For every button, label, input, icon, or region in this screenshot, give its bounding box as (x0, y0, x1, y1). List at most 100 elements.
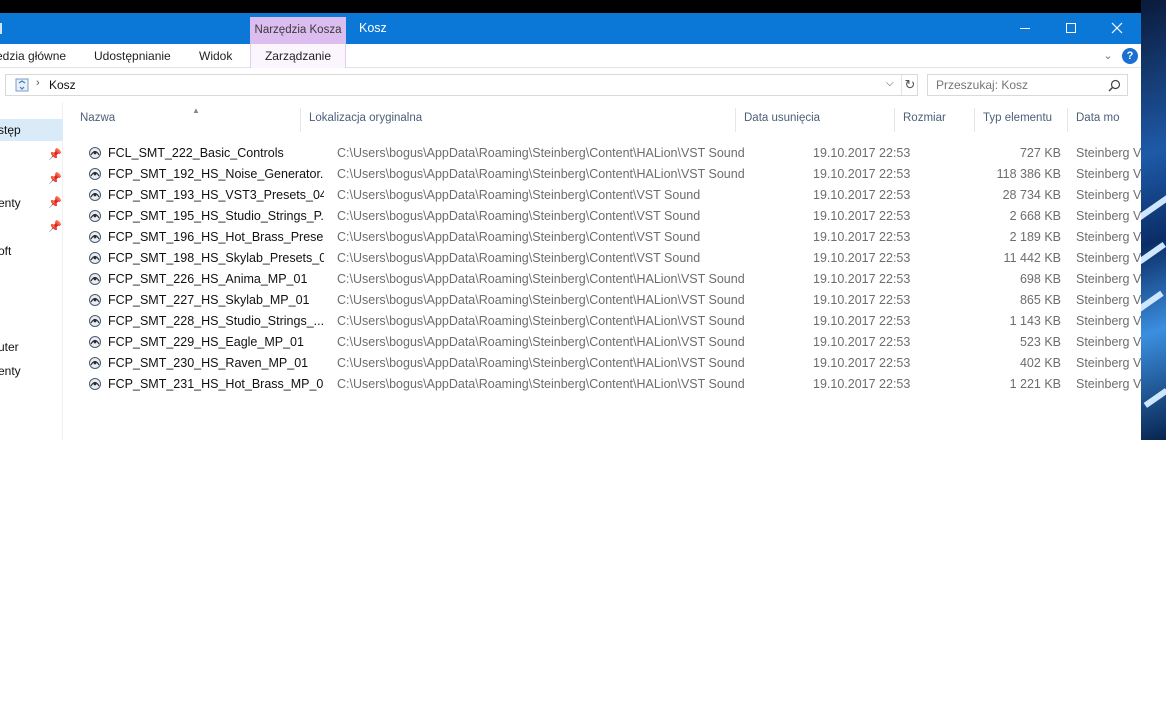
original-location: C:\Users\bogus\AppData\Roaming\Steinberg… (337, 188, 701, 202)
table-row[interactable]: FCP_SMT_229_HS_Eagle_MP_01 C:\Users\bogus… (64, 332, 1141, 353)
quick-access-toolbar-edge (0, 23, 2, 34)
explorer-window: Narzędzia Kosza Kosz edzia główne Udostę… (0, 13, 1141, 440)
file-size: 2 668 KB (1009, 209, 1061, 223)
tab-home[interactable]: edzia główne (0, 44, 66, 68)
address-dropdown-icon[interactable]: ⌵ (886, 78, 894, 89)
desktop-wallpaper-edge (1132, 0, 1166, 440)
original-location: C:\Users\bogus\AppData\Roaming\Steinberg… (337, 146, 745, 160)
item-type: Steinberg V (1076, 209, 1141, 223)
original-location: C:\Users\bogus\AppData\Roaming\Steinberg… (337, 272, 745, 286)
address-row: › Kosz ⌵ ↻ (0, 68, 1141, 102)
nav-item-documents-2[interactable]: enty (0, 360, 63, 382)
date-deleted: 19.10.2017 22:53 (813, 377, 911, 391)
pin-icon: 📌 (48, 149, 62, 161)
tab-view[interactable]: Widok (199, 44, 232, 68)
column-header-date-modified[interactable]: Data mo (1068, 108, 1141, 132)
table-row[interactable]: FCP_SMT_192_HS_Noise_Generator... C:\User… (64, 164, 1141, 185)
table-row[interactable]: FCP_SMT_226_HS_Anima_MP_01 C:\Users\bogus… (64, 269, 1141, 290)
file-name: FCP_SMT_226_HS_Anima_MP_01 (108, 272, 308, 286)
column-header-size[interactable]: Rozmiar (895, 108, 975, 132)
nav-item-computer[interactable]: uter (0, 336, 63, 358)
tab-manage[interactable]: Zarządzanie (250, 44, 346, 68)
date-deleted: 19.10.2017 22:53 (813, 188, 911, 202)
original-location: C:\Users\bogus\AppData\Roaming\Steinberg… (337, 314, 745, 328)
item-type: Steinberg V (1076, 146, 1141, 160)
table-row[interactable]: FCP_SMT_230_HS_Raven_MP_01 C:\Users\bogus… (64, 353, 1141, 374)
file-name: FCP_SMT_228_HS_Studio_Strings_... (108, 314, 324, 328)
table-row[interactable]: FCP_SMT_195_HS_Studio_Strings_P... C:\Use… (64, 206, 1141, 227)
column-header-label: Data usunięcia (744, 112, 821, 124)
table-row[interactable]: FCP_SMT_231_HS_Hot_Brass_MP_01 C:\Users\b… (64, 374, 1141, 395)
address-bar[interactable]: › Kosz ⌵ ↻ (5, 74, 918, 96)
nav-item-quick-access[interactable]: stęp (0, 119, 63, 141)
file-name: FCP_SMT_195_HS_Studio_Strings_P... (108, 209, 324, 223)
date-deleted: 19.10.2017 22:53 (813, 314, 911, 328)
tab-share[interactable]: Udostępnianie (94, 44, 171, 68)
file-name: FCP_SMT_192_HS_Noise_Generator... (108, 167, 324, 181)
date-deleted: 19.10.2017 22:53 (813, 167, 911, 181)
item-type: Steinberg V (1076, 167, 1141, 181)
table-row[interactable]: FCP_SMT_227_HS_Skylab_MP_01 C:\Users\bogu… (64, 290, 1141, 311)
table-row[interactable]: FCP_SMT_196_HS_Hot_Brass_Prese... C:\User… (64, 227, 1141, 248)
original-location: C:\Users\bogus\AppData\Roaming\Steinberg… (337, 356, 745, 370)
item-type: Steinberg V (1076, 272, 1141, 286)
column-header-label: Nazwa (80, 112, 116, 124)
table-row[interactable]: FCP_SMT_193_HS_VST3_Presets_04 C:\Users\b… (64, 185, 1141, 206)
column-header-date-deleted[interactable]: Data usunięcia (736, 108, 895, 132)
original-location: C:\Users\bogus\AppData\Roaming\Steinberg… (337, 377, 745, 391)
breadcrumb[interactable]: Kosz (49, 78, 76, 92)
file-size: 28 734 KB (1002, 188, 1061, 202)
pin-icon: 📌 (48, 197, 62, 209)
nav-item[interactable]: 📌 (0, 168, 63, 190)
maximize-button[interactable] (1048, 13, 1094, 44)
pin-icon: 📌 (48, 173, 62, 185)
file-name: FCP_SMT_229_HS_Eagle_MP_01 (108, 335, 304, 349)
date-deleted: 19.10.2017 22:53 (813, 146, 911, 160)
ribbon-tabs: edzia główne Udostępnianie Widok Zarządz… (0, 44, 1141, 68)
column-header-type[interactable]: Typ elementu (975, 108, 1068, 132)
chevron-down-icon[interactable]: ⌄ (1100, 44, 1116, 68)
maximize-icon (1066, 23, 1076, 33)
vst-sound-file-icon (89, 336, 101, 348)
file-size: 1 221 KB (1009, 377, 1061, 391)
search-icon[interactable] (1108, 79, 1121, 92)
nav-item[interactable]: 📌 (0, 144, 63, 166)
column-header-location[interactable]: Lokalizacja oryginalna (301, 108, 736, 132)
original-location: C:\Users\bogus\AppData\Roaming\Steinberg… (337, 293, 745, 307)
minimize-button[interactable] (1002, 13, 1048, 44)
refresh-icon[interactable]: ↻ (901, 75, 918, 95)
file-list: Nazwa ▲ Lokalizacja oryginalna Data usun… (64, 102, 1141, 440)
date-deleted: 19.10.2017 22:53 (813, 356, 911, 370)
nav-item-microsoft[interactable]: oft (0, 240, 63, 262)
date-deleted: 19.10.2017 22:53 (813, 293, 911, 307)
help-icon[interactable]: ? (1122, 48, 1138, 64)
item-type: Steinberg V (1076, 335, 1141, 349)
file-name: FCL_SMT_222_Basic_Controls (108, 146, 284, 160)
context-tab-recycle-bin-tools[interactable]: Narzędzia Kosza (250, 17, 346, 44)
vst-sound-file-icon (89, 231, 101, 243)
nav-item[interactable]: 📌 (0, 216, 63, 238)
search-box[interactable] (927, 74, 1128, 96)
breadcrumb-separator-icon[interactable]: › (36, 77, 40, 89)
item-type: Steinberg V (1076, 314, 1141, 328)
table-row[interactable]: FCL_SMT_222_Basic_Controls C:\Users\bogus… (64, 143, 1141, 164)
close-button[interactable] (1094, 13, 1140, 44)
nav-item-documents[interactable]: enty 📌 (0, 192, 63, 214)
date-deleted: 19.10.2017 22:53 (813, 335, 911, 349)
date-deleted: 19.10.2017 22:53 (813, 230, 911, 244)
table-row[interactable]: FCP_SMT_198_HS_Skylab_Presets_01 C:\Users… (64, 248, 1141, 269)
nav-item-label: uter (0, 340, 19, 354)
column-header-name[interactable]: Nazwa ▲ (72, 108, 301, 132)
file-name: FCP_SMT_227_HS_Skylab_MP_01 (108, 293, 310, 307)
sort-ascending-icon: ▲ (192, 108, 200, 115)
vst-sound-file-icon (89, 210, 101, 222)
table-row[interactable]: FCP_SMT_228_HS_Studio_Strings_... C:\User… (64, 311, 1141, 332)
vst-sound-file-icon (89, 147, 101, 159)
title-bar[interactable]: Narzędzia Kosza Kosz (0, 13, 1141, 44)
original-location: C:\Users\bogus\AppData\Roaming\Steinberg… (337, 251, 701, 265)
item-type: Steinberg V (1076, 377, 1141, 391)
nav-item-label: enty (0, 196, 21, 210)
file-size: 865 KB (1019, 293, 1061, 307)
vst-sound-file-icon (89, 252, 101, 264)
search-input[interactable] (936, 78, 1106, 92)
